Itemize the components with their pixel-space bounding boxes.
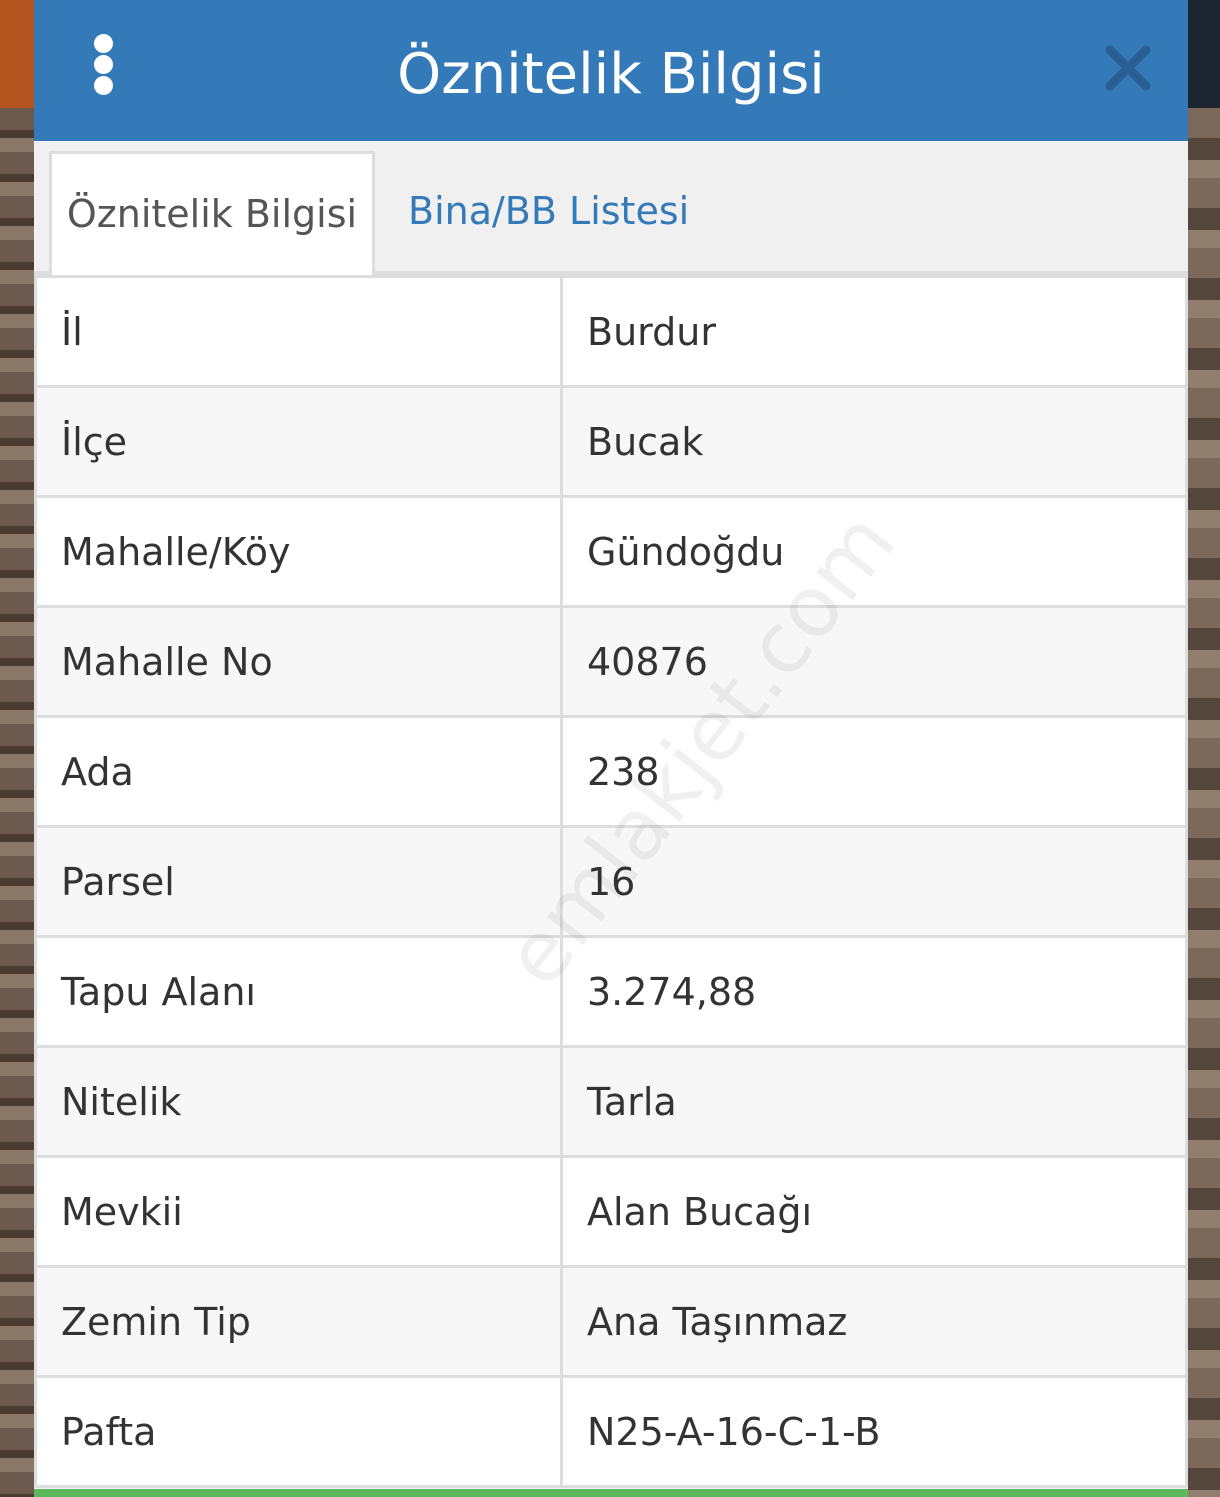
- attribute-key: Mahalle/Köy: [34, 495, 563, 608]
- tab-building-list[interactable]: Bina/BB Listesi: [408, 151, 728, 275]
- table-row: Pafta N25-A-16-C-1-B: [34, 1375, 1188, 1488]
- tab-attribute-info[interactable]: Öznitelik Bilgisi: [49, 151, 375, 275]
- close-icon[interactable]: [1104, 44, 1152, 92]
- attribute-value: Burdur: [560, 275, 1188, 388]
- dialog-title: Öznitelik Bilgisi: [397, 42, 825, 107]
- table-row: Nitelik Tarla: [34, 1045, 1188, 1158]
- attribute-key: Nitelik: [34, 1045, 563, 1158]
- table-row: Tapu Alanı 3.274,88: [34, 935, 1188, 1048]
- attribute-key: İlçe: [34, 385, 563, 498]
- map-background-topleft: [0, 0, 34, 108]
- attribute-value: 3.274,88: [560, 935, 1188, 1048]
- attribute-key: Zemin Tip: [34, 1265, 563, 1378]
- attribute-value: 238: [560, 715, 1188, 828]
- table-row: Mahalle No 40876: [34, 605, 1188, 718]
- table-row: Mevkii Alan Bucağı: [34, 1155, 1188, 1268]
- map-background-right: [1186, 108, 1220, 1497]
- attribute-key: Pafta: [34, 1375, 563, 1488]
- table-row: Mahalle/Köy Gündoğdu: [34, 495, 1188, 608]
- attribute-value: Ana Taşınmaz: [560, 1265, 1188, 1378]
- attribute-key: İl: [34, 275, 563, 388]
- attribute-value: 40876: [560, 605, 1188, 718]
- attribute-value: Alan Bucağı: [560, 1155, 1188, 1268]
- attribute-table: İl Burdur İlçe Bucak Mahalle/Köy Gündoğdu Maha…: [34, 275, 1188, 1488]
- attribute-value: Bucak: [560, 385, 1188, 498]
- table-row: Ada 238: [34, 715, 1188, 828]
- attribute-value: 16: [560, 825, 1188, 938]
- tab-bar: Öznitelik Bilgisi Bina/BB Listesi: [34, 141, 1188, 275]
- table-row: İlçe Bucak: [34, 385, 1188, 498]
- dialog-header: Öznitelik Bilgisi: [34, 0, 1188, 141]
- attribute-key: Parsel: [34, 825, 563, 938]
- bottom-action-bar: [34, 1489, 1188, 1497]
- attribute-value: Gündoğdu: [560, 495, 1188, 608]
- map-background-left: [0, 108, 34, 1497]
- attribute-key: Mevkii: [34, 1155, 563, 1268]
- attribute-value: N25-A-16-C-1-B: [560, 1375, 1188, 1488]
- table-row: Parsel 16: [34, 825, 1188, 938]
- table-row: İl Burdur: [34, 275, 1188, 388]
- map-background-topright: [1186, 0, 1220, 108]
- attribute-key: Mahalle No: [34, 605, 563, 718]
- attribute-key: Ada: [34, 715, 563, 828]
- attribute-dialog: Öznitelik Bilgisi Öznitelik Bilgisi Bina…: [34, 0, 1188, 1497]
- attribute-key: Tapu Alanı: [34, 935, 563, 1048]
- attribute-value: Tarla: [560, 1045, 1188, 1158]
- table-row: Zemin Tip Ana Taşınmaz: [34, 1265, 1188, 1378]
